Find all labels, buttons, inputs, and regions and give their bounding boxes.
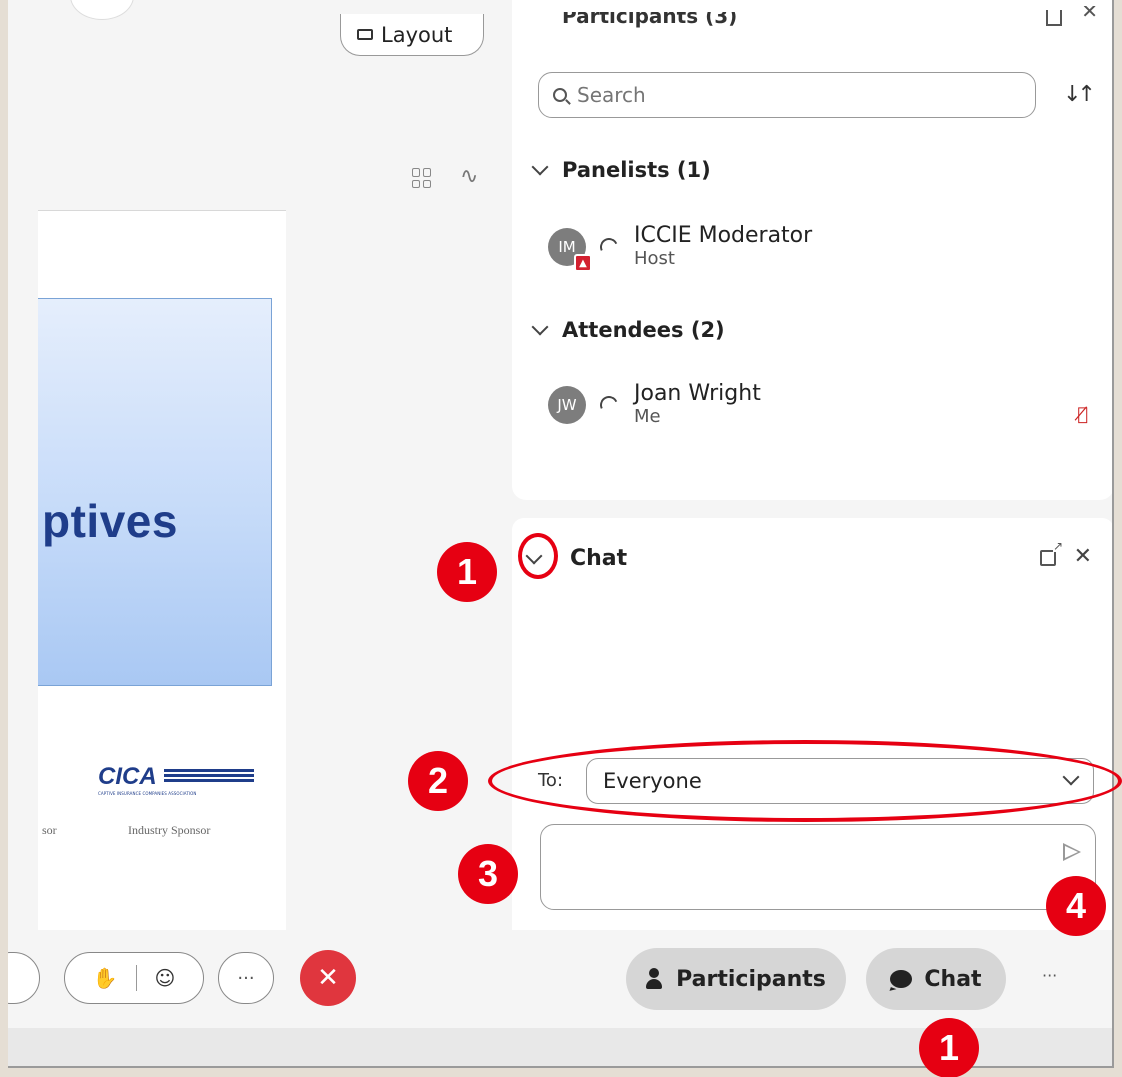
- raise-hand-icon[interactable]: ✋: [93, 966, 118, 990]
- annotation-badge-2: 2: [408, 751, 468, 811]
- layout-button[interactable]: Layout: [340, 14, 484, 56]
- annotation-badge-4: 4: [1046, 876, 1106, 936]
- close-icon[interactable]: ✕: [1074, 544, 1092, 569]
- person-icon: [646, 968, 664, 990]
- shared-slide: ptives CICA CAPTIVE INSURANCE COMPANIES …: [38, 210, 286, 930]
- more-icon: ···: [237, 967, 255, 989]
- audio-icon: [597, 235, 621, 259]
- chat-message-box[interactable]: [540, 824, 1096, 910]
- chat-title: Chat: [570, 546, 628, 571]
- raise-hand-reaction-group[interactable]: ✋ ☺: [64, 952, 204, 1004]
- meeting-window: Layout ∿ ptives CICA CAPTIVE INSURANCE C…: [8, 0, 1114, 1068]
- chat-button[interactable]: Chat: [866, 948, 1006, 1010]
- leave-button[interactable]: ✕: [300, 950, 356, 1006]
- logo-text: CICA: [98, 763, 157, 790]
- logo-stripes: [164, 769, 254, 787]
- layout-icon: [357, 29, 373, 40]
- send-icon[interactable]: [1063, 843, 1081, 861]
- avatar: JW: [548, 386, 586, 424]
- chevron-down-icon: [531, 158, 549, 176]
- attendees-section-toggle[interactable]: Attendees (2): [531, 318, 725, 342]
- panelists-section-toggle[interactable]: Panelists (1): [531, 158, 711, 182]
- chat-bubble-icon: [890, 970, 913, 988]
- participant-name: Joan Wright: [634, 381, 761, 406]
- annotation-ellipse: [488, 740, 1122, 822]
- avatar-initials: IM: [558, 238, 576, 256]
- chat-button-label: Chat: [924, 966, 982, 992]
- participants-panel: Participants (3) ✕ ↓↑ Panelists (1) IM ▲…: [512, 0, 1114, 500]
- logo-subtitle: CAPTIVE INSURANCE COMPANIES ASSOCIATION: [98, 791, 197, 796]
- close-icon: ✕: [317, 963, 339, 993]
- participants-title: Participants (3): [562, 12, 738, 28]
- sponsor-label-left: sor: [42, 823, 57, 837]
- search-input[interactable]: [577, 83, 977, 107]
- grid-icon[interactable]: [412, 168, 432, 188]
- search-icon: [553, 88, 567, 102]
- annotate-icon[interactable]: ∿: [460, 164, 478, 189]
- sponsor-label-right: Industry Sponsor: [128, 823, 211, 837]
- annotation-badge-1: 1: [437, 542, 497, 602]
- annotation-badge-1-bottom: 1: [919, 1018, 979, 1077]
- popout-icon[interactable]: [1046, 10, 1062, 26]
- annotation-badge-3: 3: [458, 844, 518, 904]
- panelists-header: Panelists (1): [562, 158, 711, 182]
- attendees-header: Attendees (2): [562, 318, 725, 342]
- slide-title: ptives: [42, 495, 178, 547]
- layout-label: Layout: [381, 22, 453, 47]
- sort-icon[interactable]: ↓↑: [1063, 82, 1096, 107]
- participant-row[interactable]: IM ▲ ICCIE Moderator Host: [548, 223, 813, 272]
- popout-icon[interactable]: [1040, 540, 1063, 566]
- divider: [135, 965, 137, 991]
- close-icon[interactable]: ✕: [1081, 6, 1098, 22]
- mic-muted-icon[interactable]: 🎙̸: [1077, 404, 1088, 425]
- control-bar: ✋ ☺ ··· ✕ Participants Chat ···: [8, 930, 1114, 1028]
- more-options-button[interactable]: ···: [218, 952, 274, 1004]
- participant-name: ICCIE Moderator: [634, 223, 813, 248]
- participant-search[interactable]: [538, 72, 1036, 118]
- annotation-ring: [518, 533, 558, 579]
- sponsor-logo: CICA CAPTIVE INSURANCE COMPANIES ASSOCIA…: [98, 763, 258, 803]
- participant-role: Me: [634, 406, 661, 427]
- slide-title-box: ptives: [38, 298, 272, 686]
- chat-panel: Chat ✕ To: Everyone: [512, 518, 1114, 930]
- participants-button[interactable]: Participants: [626, 948, 846, 1010]
- more-icon[interactable]: ···: [1042, 966, 1057, 985]
- participant-row[interactable]: JW Joan Wright Me: [548, 382, 761, 428]
- partial-control-button[interactable]: [8, 952, 40, 1004]
- chevron-down-icon: [531, 318, 549, 336]
- participants-button-label: Participants: [676, 966, 826, 992]
- reaction-icon[interactable]: ☺: [155, 966, 176, 990]
- participant-role: Host: [634, 248, 675, 269]
- share-icon: ▲: [574, 254, 592, 272]
- avatar: IM ▲: [548, 228, 592, 272]
- chat-message-input[interactable]: [557, 835, 1037, 895]
- audio-icon: [597, 393, 621, 417]
- avatar-initials: JW: [557, 396, 577, 414]
